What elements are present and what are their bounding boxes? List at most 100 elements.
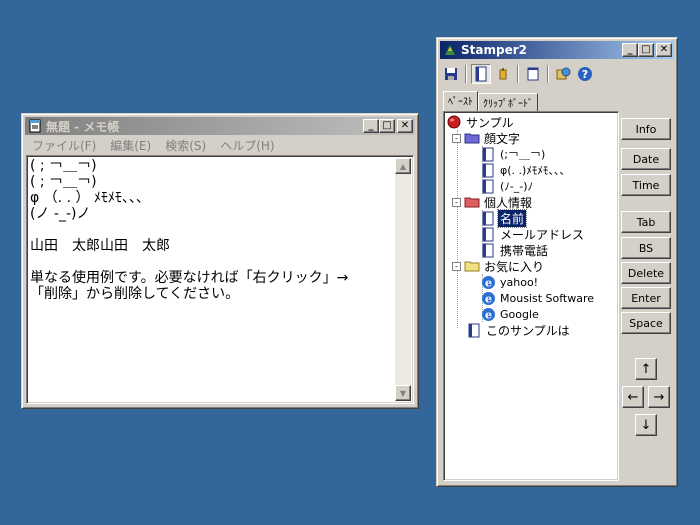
maximize-icon: □ <box>382 120 392 131</box>
vertical-scrollbar[interactable]: ▲ ▼ <box>395 158 411 401</box>
stamper-app-icon <box>442 42 458 58</box>
document-icon <box>466 322 482 338</box>
internet-explorer-icon: e <box>480 290 496 306</box>
time-button[interactable]: Time <box>621 174 671 196</box>
document-icon <box>480 210 496 226</box>
notepad-edit-area[interactable]: ( ; ￢＿￢)( ; ￢＿￢) φ （. . ） ﾒﾓﾒﾓ、、、 (ノ -_-)ノ… <box>26 155 414 404</box>
scroll-up-button[interactable]: ▲ <box>395 158 411 174</box>
maximize-button[interactable]: □ <box>638 43 654 57</box>
help-icon: ? <box>578 67 592 81</box>
tree-item[interactable]: e yahoo! <box>480 274 540 290</box>
tab-clipboard[interactable]: ｸﾘｯﾌﾟﾎﾞｰﾄﾞ <box>478 93 538 111</box>
settings-tool-button[interactable] <box>553 64 573 84</box>
notepad-line <box>30 254 393 270</box>
page-icon <box>527 67 539 81</box>
svg-text:?: ? <box>582 68 588 81</box>
toolbar-separator <box>547 65 549 83</box>
close-icon: ✕ <box>400 120 410 131</box>
save-tool-button[interactable] <box>441 64 461 84</box>
tree-item[interactable]: e Google <box>480 306 541 322</box>
notepad-line: 単なる使用例です。必要なければ「右クリック」→ <box>30 270 349 286</box>
arrow-left-button[interactable]: ← <box>622 386 644 408</box>
tree-line <box>457 130 458 328</box>
stamper-toolbar: ? <box>441 62 673 86</box>
scroll-up-icon: ▲ <box>399 161 407 171</box>
svg-text:e: e <box>485 276 492 289</box>
new-item-tool-button[interactable] <box>471 64 491 84</box>
tree-item[interactable]: 携帯電話 <box>480 242 550 258</box>
backspace-button[interactable]: BS <box>621 237 671 259</box>
notepad-menubar: ファイル(F) 編集(E) 検索(S) ヘルプ(H) <box>25 136 415 154</box>
notepad-line: ( ; ￢＿￢) <box>30 158 97 174</box>
menu-search[interactable]: 検索(S) <box>158 137 213 154</box>
stamper-titlebar[interactable]: Stamper2 _ □ ✕ <box>440 41 674 59</box>
notepad-line: 山田 太郎山田 太郎 <box>30 238 170 254</box>
document-icon <box>480 226 496 242</box>
collapse-icon: - <box>452 261 461 271</box>
tree-item[interactable]: (ﾉ-_-)ﾉ <box>480 178 535 194</box>
arrow-up-button[interactable]: ↑ <box>635 358 657 380</box>
stamper-window: Stamper2 _ □ ✕ ? ﾍﾟｰｽﾄ ｸﾘｯﾌﾟﾎﾞｰﾄﾞ サンプル -… <box>436 37 678 487</box>
notepad-icon <box>27 118 43 134</box>
settings-icon <box>556 67 571 80</box>
stamp-tool-button[interactable] <box>493 64 513 84</box>
menu-file[interactable]: ファイル(F) <box>25 137 103 154</box>
date-button[interactable]: Date <box>621 148 671 170</box>
minimize-icon: _ <box>627 44 633 55</box>
toolbar-separator <box>517 65 519 83</box>
document-icon <box>480 146 496 162</box>
enter-button[interactable]: Enter <box>621 287 671 309</box>
stamper-title: Stamper2 <box>461 43 527 57</box>
tree-root[interactable]: サンプル <box>446 114 516 130</box>
maximize-button[interactable]: □ <box>379 119 395 133</box>
notepad-line: ( ; ￢＿￢) <box>30 174 97 190</box>
tree-item[interactable]: φ(. .)ﾒﾓﾒﾓ、、、 <box>480 162 572 178</box>
help-tool-button[interactable]: ? <box>575 64 595 84</box>
menu-edit[interactable]: 編集(E) <box>103 137 158 154</box>
tab-paste[interactable]: ﾍﾟｰｽﾄ <box>443 91 478 111</box>
floppy-icon <box>445 68 457 80</box>
tree-folder-favorites[interactable]: - お気に入り <box>452 258 546 274</box>
notepad-line <box>30 222 393 238</box>
page-tool-button[interactable] <box>523 64 543 84</box>
document-icon <box>475 66 487 82</box>
menu-help[interactable]: ヘルプ(H) <box>213 137 281 154</box>
tab-button[interactable]: Tab <box>621 211 671 233</box>
minimize-icon: _ <box>368 120 374 131</box>
info-button[interactable]: Info <box>621 118 671 140</box>
document-icon <box>480 162 496 178</box>
tree-folder-personal[interactable]: - 個人情報 <box>452 194 534 210</box>
notepad-text[interactable]: ( ; ￢＿￢)( ; ￢＿￢) φ （. . ） ﾒﾓﾒﾓ、、、 (ノ -_-)ノ… <box>30 158 393 401</box>
close-icon: ✕ <box>659 44 669 55</box>
minimize-button[interactable]: _ <box>622 43 638 57</box>
tree-item[interactable]: このサンプルは <box>466 322 572 338</box>
notepad-line: 「削除」から削除してください。 <box>30 286 240 302</box>
notepad-titlebar[interactable]: 無題 - メモ帳 _ □ ✕ <box>25 117 415 135</box>
notepad-line: (ノ -_-)ノ <box>30 206 91 222</box>
internet-explorer-icon: e <box>480 274 496 290</box>
scroll-down-button[interactable]: ▼ <box>395 385 411 401</box>
space-button[interactable]: Space <box>621 312 671 334</box>
tree-folder-kaomoji[interactable]: - 顔文字 <box>452 130 522 146</box>
arrow-down-button[interactable]: ↓ <box>635 414 657 436</box>
stamp-tree[interactable]: サンプル - 顔文字 (;￢＿￢) φ(. .)ﾒﾓﾒﾓ、、、 (ﾉ-_-)ﾉ … <box>443 111 619 481</box>
stamp-icon <box>499 68 507 80</box>
minimize-button[interactable]: _ <box>363 119 379 133</box>
folder-icon <box>464 258 480 274</box>
notepad-line: φ （. . ） ﾒﾓﾒﾓ、、、 <box>30 190 150 206</box>
close-button[interactable]: ✕ <box>397 119 413 133</box>
toolbar-separator <box>465 65 467 83</box>
tree-item[interactable]: メールアドレス <box>480 226 586 242</box>
delete-button[interactable]: Delete <box>621 262 671 284</box>
red-ball-icon <box>446 114 462 130</box>
svg-text:e: e <box>485 292 492 305</box>
maximize-icon: □ <box>641 44 651 55</box>
internet-explorer-icon: e <box>480 306 496 322</box>
tree-item-selected[interactable]: 名前 <box>480 208 528 228</box>
notepad-window: 無題 - メモ帳 _ □ ✕ ファイル(F) 編集(E) 検索(S) ヘルプ(H… <box>21 113 419 409</box>
arrow-right-button[interactable]: → <box>648 386 670 408</box>
notepad-title: 無題 - メモ帳 <box>46 119 120 134</box>
tree-item[interactable]: (;￢＿￢) <box>480 146 547 162</box>
close-button[interactable]: ✕ <box>656 43 672 57</box>
tree-item[interactable]: e Mousist Software <box>480 290 596 306</box>
